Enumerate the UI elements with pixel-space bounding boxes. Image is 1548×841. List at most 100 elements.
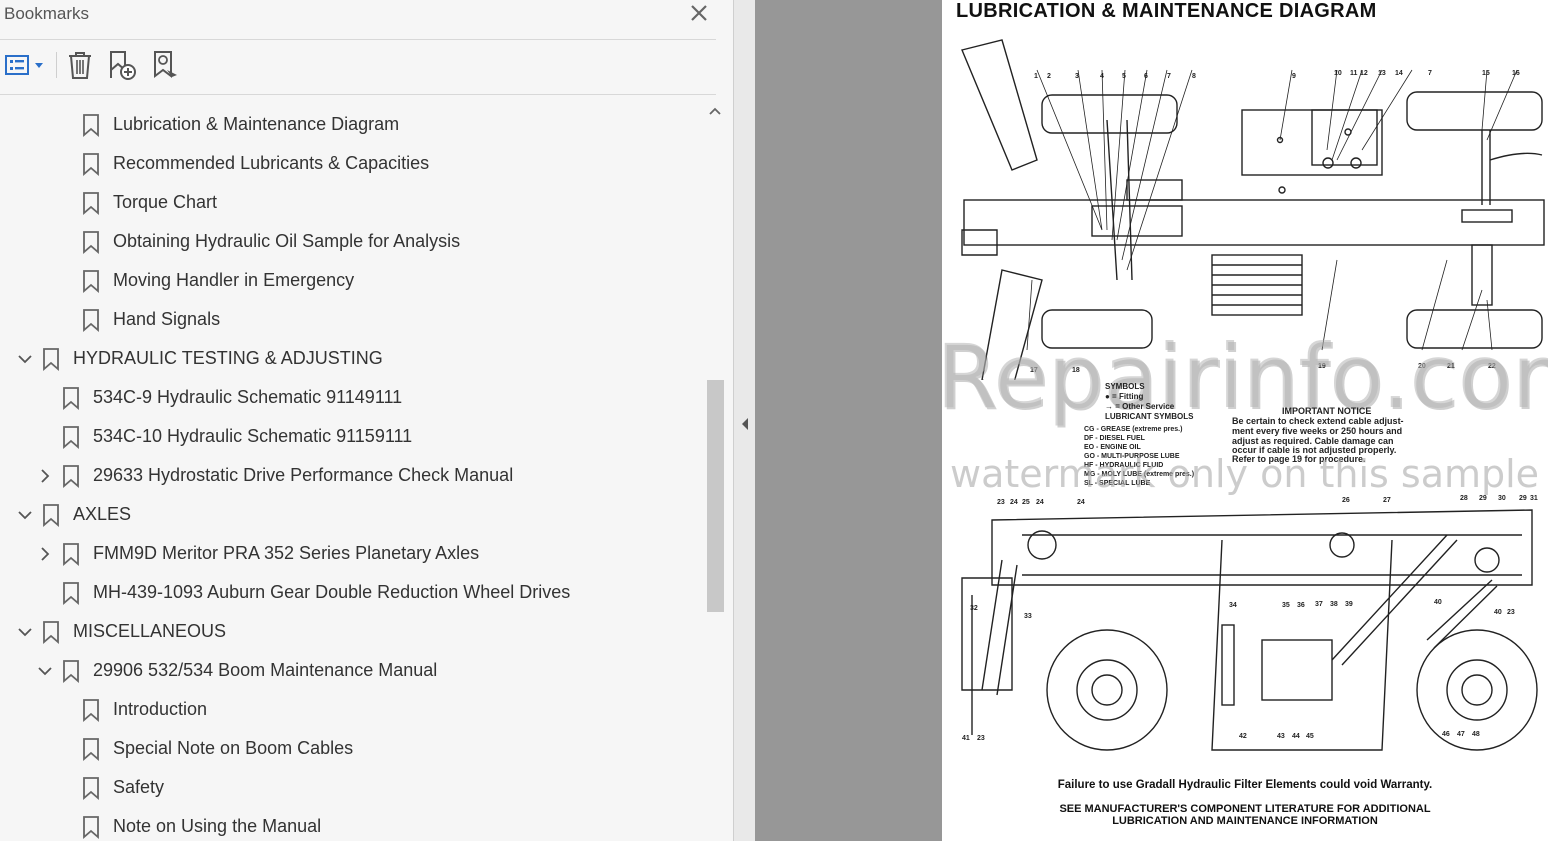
bookmark-item[interactable]: Moving Handler in Emergency [0, 262, 705, 301]
lubricant-eo: EO - ENGINE OIL [1084, 444, 1141, 451]
svg-text:27: 27 [1383, 497, 1391, 504]
bookmark-icon [83, 270, 99, 293]
bookmark-search-icon [154, 51, 177, 78]
svg-text:24: 24 [1010, 499, 1018, 506]
svg-text:11: 11 [1350, 70, 1358, 77]
panel-splitter[interactable] [733, 0, 756, 841]
svg-text:32: 32 [970, 605, 978, 612]
bookmark-icon [83, 114, 99, 137]
delete-bookmark-button[interactable] [66, 48, 94, 82]
bookmark-item[interactable]: 534C-9 Hydraulic Schematic 91149111 [0, 379, 705, 418]
svg-text:6: 6 [1144, 73, 1148, 80]
svg-text:23: 23 [997, 499, 1005, 506]
bookmark-item[interactable]: Note on Using the Manual [0, 808, 705, 841]
chevron-down-icon[interactable] [16, 350, 34, 368]
bookmark-item[interactable]: FMM9D Meritor PRA 352 Series Planetary A… [0, 535, 705, 574]
bookmark-label: HYDRAULIC TESTING & ADJUSTING [73, 348, 383, 368]
bookmark-options-menu[interactable] [4, 48, 48, 82]
chevron-down-icon[interactable] [36, 662, 54, 680]
svg-text:24: 24 [1036, 499, 1044, 506]
footer-line-1: SEE MANUFACTURER'S COMPONENT LITERATURE … [1059, 803, 1431, 815]
bookmark-label: Note on Using the Manual [113, 816, 322, 836]
svg-text:10: 10 [1334, 70, 1342, 77]
bookmark-icon [63, 582, 79, 605]
svg-text:36: 36 [1297, 602, 1305, 609]
bookmark-icon [63, 543, 79, 566]
svg-text:7: 7 [1167, 73, 1171, 80]
add-bookmark-icon [110, 51, 136, 80]
bookmark-icon [43, 504, 59, 527]
symbol-fitting: ● = Fitting [1105, 392, 1144, 401]
chevron-down-icon[interactable] [16, 506, 34, 524]
chevron-down-icon[interactable] [16, 623, 34, 641]
bookmark-item[interactable]: MISCELLANEOUS [0, 613, 705, 652]
bookmark-label: Hand Signals [113, 309, 221, 329]
svg-text:4: 4 [1100, 73, 1104, 80]
bookmark-label: Moving Handler in Emergency [113, 270, 355, 290]
svg-text:1: 1 [1034, 73, 1038, 80]
bookmark-label: Obtaining Hydraulic Oil Sample for Analy… [113, 231, 461, 251]
chevron-right-icon[interactable] [36, 545, 54, 563]
collapse-panel-icon[interactable] [740, 417, 750, 431]
chevron-right-icon[interactable] [36, 467, 54, 485]
panel-title: Bookmarks [4, 4, 90, 23]
bookmark-icon [83, 699, 99, 722]
svg-text:31: 31 [1530, 495, 1538, 502]
document-gutter [755, 0, 942, 841]
bookmark-item[interactable]: Obtaining Hydraulic Oil Sample for Analy… [0, 223, 705, 262]
svg-text:16: 16 [1512, 70, 1520, 77]
bookmark-icon [83, 153, 99, 176]
svg-text:3: 3 [1075, 73, 1079, 80]
bookmark-item[interactable]: MH-439-1093 Auburn Gear Double Reduction… [0, 574, 705, 613]
close-icon[interactable] [688, 2, 710, 24]
bookmark-item[interactable]: 29906 532/534 Boom Maintenance Manual [0, 652, 705, 691]
scroll-up-icon[interactable] [707, 104, 723, 118]
svg-text:35: 35 [1282, 602, 1290, 609]
bookmark-label: Introduction [113, 699, 208, 719]
lubricant-cg: CG - GREASE (extreme pres.) [1084, 426, 1183, 433]
svg-text:7: 7 [1428, 70, 1432, 77]
svg-text:46: 46 [1442, 731, 1450, 738]
bookmark-item[interactable]: 29633 Hydrostatic Drive Performance Chec… [0, 457, 705, 496]
expand-current-bookmark-button[interactable] [150, 48, 184, 82]
header-divider [0, 39, 716, 40]
bookmark-label: Special Note on Boom Cables [113, 738, 354, 758]
bookmark-item[interactable]: Torque Chart [0, 184, 705, 223]
bookmark-item[interactable]: Hand Signals [0, 301, 705, 340]
bookmark-item[interactable]: Lubrication & Maintenance Diagram [0, 106, 705, 145]
svg-text:42: 42 [1239, 733, 1247, 740]
svg-text:8: 8 [1192, 73, 1196, 80]
bookmark-icon [43, 621, 59, 644]
svg-text:25: 25 [1022, 499, 1030, 506]
scrollbar-thumb[interactable] [707, 380, 724, 612]
bookmark-item[interactable]: Safety [0, 769, 705, 808]
bookmark-item[interactable]: Special Note on Boom Cables [0, 730, 705, 769]
bookmark-label: MISCELLANEOUS [73, 621, 227, 641]
svg-text:2: 2 [1047, 73, 1051, 80]
svg-text:12: 12 [1360, 70, 1368, 77]
bookmark-item[interactable]: AXLES [0, 496, 705, 535]
svg-text:33: 33 [1024, 613, 1032, 620]
document-page: LUBRICATION & MAINTENANCE DIAGRAM 1 2 3 … [942, 0, 1548, 841]
bookmark-label: 29906 532/534 Boom Maintenance Manual [93, 660, 438, 680]
footer-line-2: LUBRICATION AND MAINTENANCE INFORMATION [1112, 815, 1378, 827]
footer-note: SEE MANUFACTURER'S COMPONENT LITERATURE … [942, 803, 1548, 827]
bookmark-icon [83, 816, 99, 839]
bookmark-item[interactable]: HYDRAULIC TESTING & ADJUSTING [0, 340, 705, 379]
new-bookmark-button[interactable] [106, 48, 140, 82]
options-list-icon [5, 55, 43, 75]
bookmark-label: Safety [113, 777, 165, 797]
svg-text:45: 45 [1306, 733, 1314, 740]
svg-text:5: 5 [1122, 73, 1126, 80]
bookmark-label: Lubrication & Maintenance Diagram [113, 114, 400, 134]
bookmark-item[interactable]: Recommended Lubricants & Capacities [0, 145, 705, 184]
bookmark-item[interactable]: Introduction [0, 691, 705, 730]
bookmark-label: 29633 Hydrostatic Drive Performance Chec… [93, 465, 514, 485]
panel-header: Bookmarks [0, 0, 733, 28]
svg-text:29: 29 [1519, 495, 1527, 502]
bookmark-label: AXLES [73, 504, 132, 524]
lubricant-df: DF - DIESEL FUEL [1084, 435, 1145, 442]
svg-text:39: 39 [1345, 601, 1353, 608]
bookmark-item[interactable]: 534C-10 Hydraulic Schematic 91159111 [0, 418, 705, 457]
svg-text:29: 29 [1479, 495, 1487, 502]
